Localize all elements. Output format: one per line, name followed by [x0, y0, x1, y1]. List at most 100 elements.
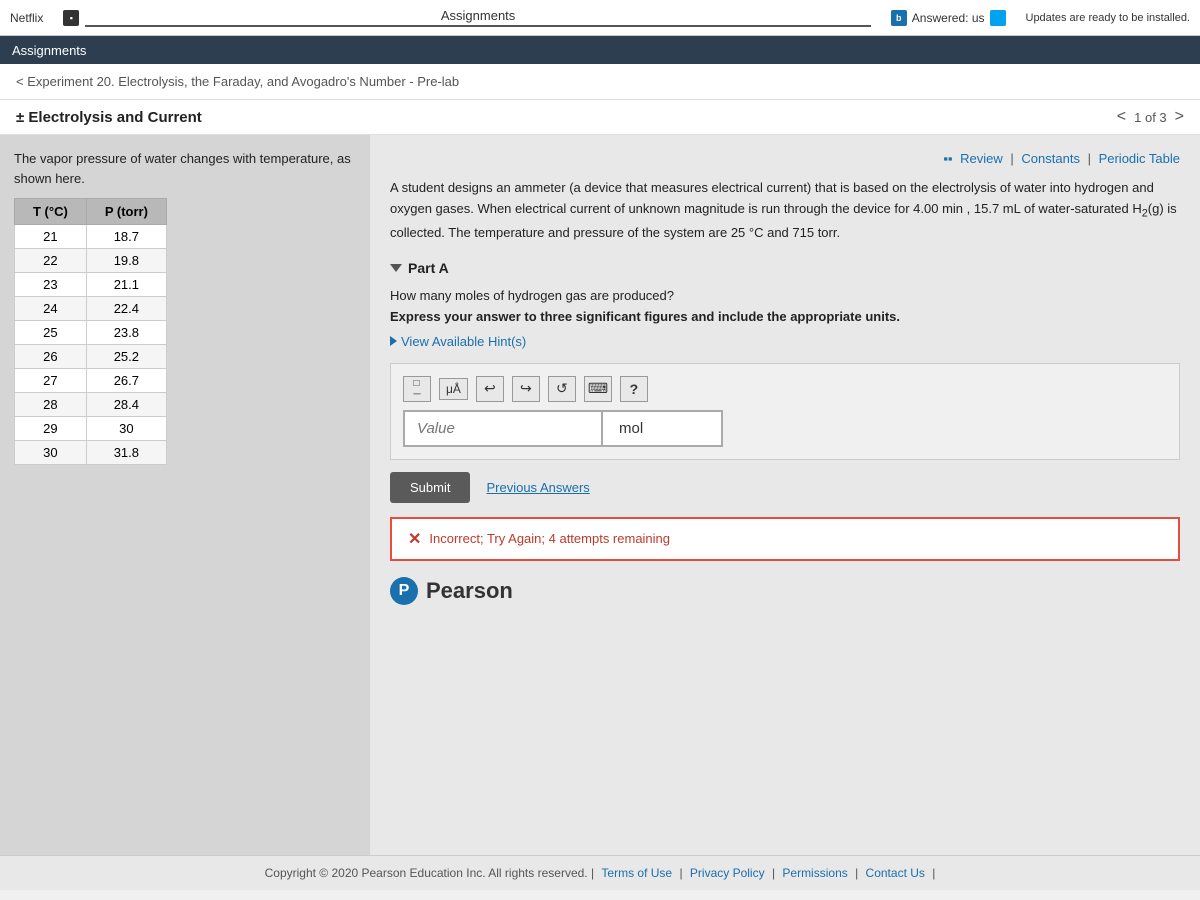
table-cell: 30 [15, 441, 87, 465]
table-header-pressure: P (torr) [86, 199, 166, 225]
redo-button[interactable]: ↪ [512, 376, 540, 402]
table-cell: 23 [15, 273, 87, 297]
update-section: Updates are ready to be installed. [1026, 12, 1191, 24]
reset-button[interactable]: ↺ [548, 376, 576, 402]
table-row: 2828.4 [15, 393, 167, 417]
table-row: 2523.8 [15, 321, 167, 345]
table-cell: 26.7 [86, 369, 166, 393]
b-icon: b [891, 10, 907, 26]
question-text: A student designs an ammeter (a device t… [390, 178, 1180, 244]
table-cell: 28.4 [86, 393, 166, 417]
permissions-link[interactable]: Permissions [782, 866, 847, 880]
left-panel: The vapor pressure of water changes with… [0, 135, 370, 855]
submit-row: Submit Previous Answers [390, 472, 1180, 503]
table-cell: 19.8 [86, 249, 166, 273]
table-row: 2219.8 [15, 249, 167, 273]
page-wrapper: Netflix ▪ Assignments b Answered: us Upd… [0, 0, 1200, 900]
answered-section: b Answered: us [891, 10, 1006, 26]
table-cell: 29 [15, 417, 87, 441]
section-nav: < 1 of 3 > [1117, 108, 1184, 126]
page-indicator: 1 of 3 [1134, 110, 1167, 125]
table-cell: 27 [15, 369, 87, 393]
table-cell: 25 [15, 321, 87, 345]
right-panel: ▪▪ Review | Constants | Periodic Table A… [370, 135, 1200, 855]
format-button[interactable]: □─ [403, 376, 431, 402]
contact-link[interactable]: Contact Us [866, 866, 925, 880]
review-link[interactable]: Review [960, 151, 1003, 166]
review-bar: ▪▪ Review | Constants | Periodic Table [390, 151, 1180, 166]
breadcrumb-link[interactable]: < Experiment 20. Electrolysis, the Farad… [16, 74, 459, 89]
table-header-temp: T (°C) [15, 199, 87, 225]
netflix-label: Netflix [10, 11, 43, 25]
update-label: Updates are ready to be installed. [1026, 12, 1191, 24]
x-icon: ✕ [408, 529, 421, 549]
pearson-p-icon: P [390, 577, 418, 605]
copyright-text: Copyright © 2020 Pearson Education Inc. … [265, 866, 588, 880]
table-cell: 18.7 [86, 225, 166, 249]
reset-icon: ↺ [556, 380, 568, 397]
submit-button[interactable]: Submit [390, 472, 470, 503]
periodic-table-link[interactable]: Periodic Table [1099, 151, 1180, 166]
sig-fig-instruction: Express your answer to three significant… [390, 309, 1180, 324]
undo-button[interactable]: ↩ [476, 376, 504, 402]
hint-text[interactable]: View Available Hint(s) [401, 334, 526, 349]
keyboard-icon: ⌨ [588, 380, 608, 397]
assignments-tab-icon: ▪ [63, 10, 79, 26]
collapse-icon[interactable] [390, 264, 402, 272]
table-row: 2930 [15, 417, 167, 441]
review-icon: ▪▪ [943, 151, 952, 166]
pearson-logo: P Pearson [390, 577, 1180, 605]
table-cell: 23.8 [86, 321, 166, 345]
main-content: The vapor pressure of water changes with… [0, 135, 1200, 855]
symbol-button[interactable]: μÅ [439, 378, 468, 400]
table-cell: 21 [15, 225, 87, 249]
prev-page-button[interactable]: < [1117, 108, 1126, 126]
hint-link[interactable]: View Available Hint(s) [390, 334, 1180, 349]
section-header: ± Electrolysis and Current < 1 of 3 > [0, 100, 1200, 135]
answer-area: □─ μÅ ↩ ↪ ↺ ⌨ ? [390, 363, 1180, 460]
next-page-button[interactable]: > [1175, 108, 1184, 126]
constants-link[interactable]: Constants [1021, 151, 1080, 166]
footer: Copyright © 2020 Pearson Education Inc. … [0, 855, 1200, 890]
redo-icon: ↪ [520, 380, 532, 397]
table-row: 2726.7 [15, 369, 167, 393]
table-cell: 21.1 [86, 273, 166, 297]
keyboard-button[interactable]: ⌨ [584, 376, 612, 402]
privacy-link[interactable]: Privacy Policy [690, 866, 765, 880]
value-input[interactable] [403, 410, 603, 447]
table-cell: 30 [86, 417, 166, 441]
table-cell: 24 [15, 297, 87, 321]
toolbar: □─ μÅ ↩ ↪ ↺ ⌨ ? [403, 376, 1167, 402]
incorrect-box: ✕ Incorrect; Try Again; 4 attempts remai… [390, 517, 1180, 561]
help-button[interactable]: ? [620, 376, 648, 402]
answered-label: Answered: us [912, 11, 985, 25]
prev-answers-link[interactable]: Previous Answers [486, 480, 589, 495]
assignments-tab-label[interactable]: Assignments [85, 8, 870, 27]
undo-icon: ↩ [484, 380, 496, 397]
top-bar: Netflix ▪ Assignments b Answered: us Upd… [0, 0, 1200, 36]
part-a-label: Part A [408, 260, 449, 276]
help-icon: ? [630, 381, 639, 397]
breadcrumb[interactable]: < Experiment 20. Electrolysis, the Farad… [0, 64, 1200, 100]
table-row: 3031.8 [15, 441, 167, 465]
unit-display: mol [603, 410, 723, 447]
second-bar: Assignments [0, 36, 1200, 64]
table-cell: 25.2 [86, 345, 166, 369]
table-cell: 31.8 [86, 441, 166, 465]
table-cell: 28 [15, 393, 87, 417]
part-a-header: Part A [390, 260, 1180, 276]
table-row: 2118.7 [15, 225, 167, 249]
table-cell: 26 [15, 345, 87, 369]
terms-link[interactable]: Terms of Use [601, 866, 672, 880]
input-row: mol [403, 410, 1167, 447]
table-row: 2422.4 [15, 297, 167, 321]
subquestion-text: How many moles of hydrogen gas are produ… [390, 288, 1180, 303]
second-bar-label: Assignments [12, 43, 86, 58]
hint-triangle-icon [390, 336, 397, 346]
left-panel-description: The vapor pressure of water changes with… [14, 149, 356, 188]
pearson-label: Pearson [426, 578, 513, 604]
section-title: ± Electrolysis and Current [16, 109, 202, 126]
table-cell: 22 [15, 249, 87, 273]
windows-icon [990, 10, 1006, 26]
vapor-pressure-table: T (°C) P (torr) 2118.72219.82321.12422.4… [14, 198, 167, 465]
